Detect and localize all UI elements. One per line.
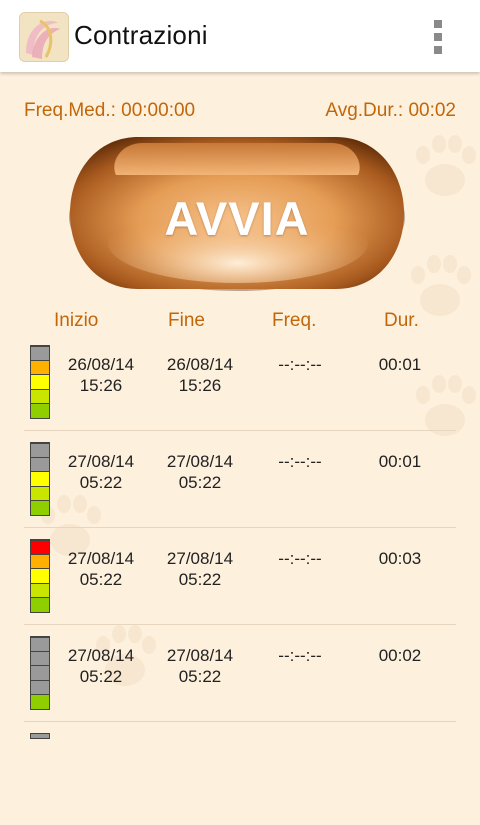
- app-title: Contrazioni: [74, 20, 208, 50]
- freq-cell: --:--:--: [278, 646, 322, 665]
- intensity-meter: [30, 442, 50, 516]
- meter-segment: [31, 651, 49, 666]
- list-item[interactable]: 27/08/14 05:22 27/08/14 05:22 --:--:-- 00:…: [0, 631, 480, 728]
- start-cell: 27/08/14 05:22: [67, 452, 135, 492]
- meter-segment: [31, 346, 49, 360]
- end-cell: 27/08/14 05:22: [166, 646, 234, 686]
- meter-segment: [31, 540, 49, 554]
- list-item-partial[interactable]: [0, 728, 480, 825]
- row-divider: [24, 624, 456, 625]
- dur-cell: 00:02: [378, 646, 422, 665]
- start-button-label: AVVIA: [164, 192, 310, 245]
- list-item[interactable]: 27/08/14 05:22 27/08/14 05:22 --:--:-- 00:…: [0, 534, 480, 631]
- meter-segment: [31, 457, 49, 472]
- header-freq: Freq.: [272, 310, 317, 331]
- intensity-meter: [30, 539, 50, 613]
- dur-cell: 00:01: [378, 452, 422, 471]
- meter-segment: [31, 375, 49, 389]
- meter-segment: [31, 583, 49, 598]
- app-logo-icon[interactable]: [19, 12, 69, 62]
- table-header: Inizio Fine Freq. Dur.: [0, 310, 480, 336]
- end-cell: 26/08/14 15:26: [166, 355, 234, 395]
- meter-segment: [31, 598, 49, 612]
- freq-cell: --:--:--: [278, 549, 322, 568]
- paw-print-decoration: [416, 135, 476, 196]
- row-divider: [24, 721, 456, 722]
- meter-segment: [31, 443, 49, 457]
- header-start: Inizio: [54, 310, 99, 331]
- meter-segment: [31, 666, 49, 680]
- app-bar: Contrazioni: [0, 0, 480, 72]
- average-frequency: Freq.Med.: 00:00:00: [24, 100, 196, 121]
- meter-segment: [31, 695, 49, 709]
- intensity-meter: [30, 345, 50, 419]
- meter-segment: [31, 501, 49, 515]
- list-item[interactable]: 26/08/14 15:26 26/08/14 15:26 --:--:-- 00:…: [0, 340, 480, 437]
- average-duration: Avg.Dur.: 00:02: [325, 100, 456, 121]
- start-cell: 27/08/14 05:22: [67, 549, 135, 589]
- row-divider: [24, 430, 456, 431]
- end-cell: 27/08/14 05:22: [166, 452, 234, 492]
- start-cell: 26/08/14 15:26: [67, 355, 135, 395]
- dur-cell: 00:01: [378, 355, 422, 374]
- list-item[interactable]: 27/08/14 05:22 27/08/14 05:22 --:--:-- 00:…: [0, 437, 480, 534]
- meter-segment: [31, 404, 49, 418]
- header-end: Fine: [168, 310, 205, 331]
- overflow-menu-icon[interactable]: [424, 20, 452, 54]
- intensity-meter: [30, 636, 50, 710]
- header-dur: Dur.: [384, 310, 419, 331]
- meter-segment: [31, 360, 49, 375]
- dur-cell: 00:03: [378, 549, 422, 568]
- freq-cell: --:--:--: [278, 452, 322, 471]
- meter-segment: [31, 472, 49, 486]
- freq-cell: --:--:--: [278, 355, 322, 374]
- meter-segment: [31, 569, 49, 583]
- stats-bar: Freq.Med.: 00:00:00 Avg.Dur.: 00:02: [0, 100, 480, 126]
- meter-segment: [31, 389, 49, 404]
- meter-segment: [31, 554, 49, 569]
- meter-segment: [31, 680, 49, 695]
- intensity-meter-partial: [30, 733, 50, 739]
- meter-segment: [31, 637, 49, 651]
- meter-segment: [31, 486, 49, 501]
- end-cell: 27/08/14 05:22: [166, 549, 234, 589]
- row-divider: [24, 527, 456, 528]
- start-button[interactable]: AVVIA: [68, 133, 406, 293]
- start-cell: 27/08/14 05:22: [67, 646, 135, 686]
